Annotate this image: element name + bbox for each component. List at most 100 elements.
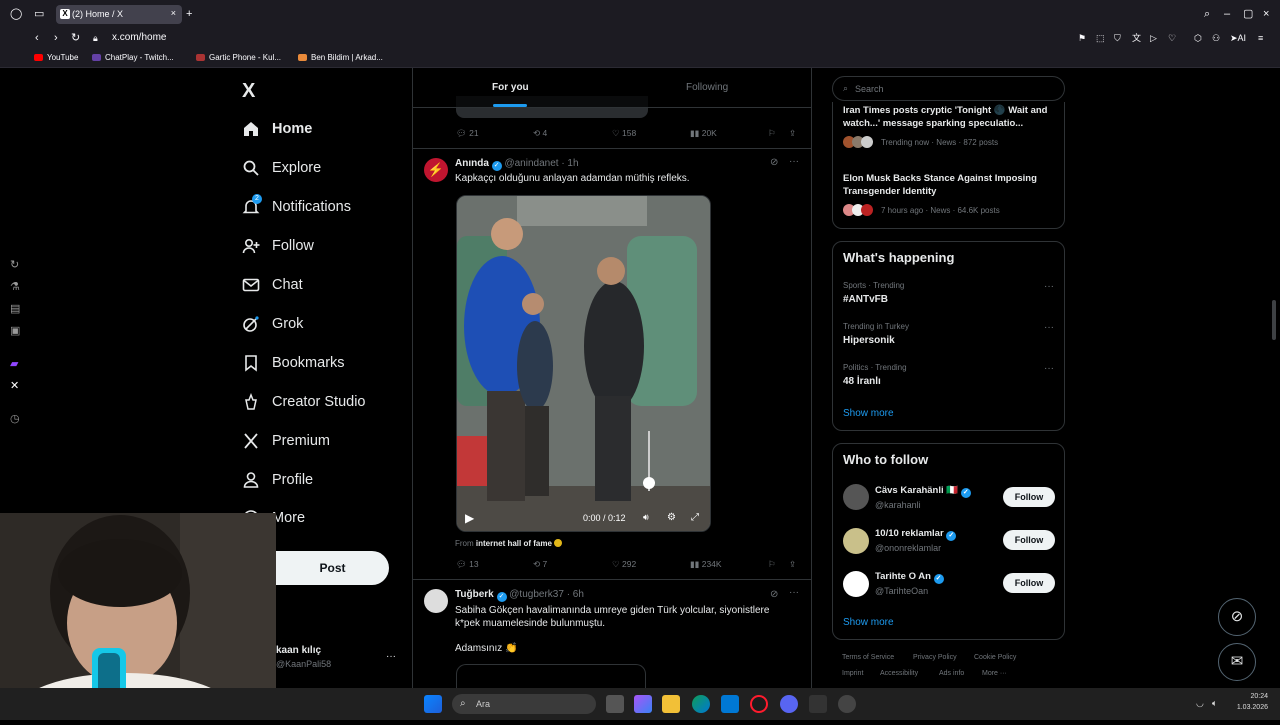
like-button[interactable]: ♡ 158 xyxy=(612,128,636,139)
avatar[interactable] xyxy=(843,528,869,554)
history-icon[interactable]: ↻ xyxy=(10,258,19,271)
footer-link[interactable]: Terms of Service xyxy=(842,654,894,661)
tweet-more-icon[interactable]: ··· xyxy=(789,156,799,167)
share-icon[interactable]: ⇪ xyxy=(789,559,796,570)
follow-button[interactable]: Follow xyxy=(1003,573,1055,593)
new-tab-icon[interactable]: + xyxy=(186,8,192,20)
snapshot-icon[interactable]: ⬚ xyxy=(1096,32,1105,44)
wtf-name[interactable]: Tarihte O An ✓ xyxy=(875,571,944,584)
steam-icon[interactable] xyxy=(838,695,856,713)
nav-notifications[interactable]: 2 Notifications xyxy=(242,190,351,224)
nav-home[interactable]: Home xyxy=(242,112,312,146)
from-source-link[interactable]: internet hall of fame xyxy=(476,539,552,548)
search-tabs-icon[interactable]: ⌕ xyxy=(1204,8,1210,20)
bookmark-tweet-icon[interactable]: ⚐ xyxy=(768,128,776,139)
nav-premium[interactable]: Premium xyxy=(242,424,330,458)
url-field[interactable]: x.com/home xyxy=(112,32,166,43)
grok-explain-icon[interactable]: ⊘ xyxy=(770,589,778,600)
tweet-time[interactable]: · 6h xyxy=(567,589,584,600)
nav-creator-studio[interactable]: Creator Studio xyxy=(242,385,366,419)
like-button[interactable]: ♡ 292 xyxy=(612,559,636,570)
messenger-icon[interactable]: ▣ xyxy=(10,324,20,337)
wtf-name[interactable]: Cävs Karahänli 🇮🇹 ✓ xyxy=(875,485,971,498)
show-more-link[interactable]: Show more xyxy=(843,408,894,419)
opera-taskbar-icon[interactable] xyxy=(750,695,768,713)
post-button[interactable]: Post xyxy=(276,551,389,585)
tweet-author-handle[interactable]: @anindanet xyxy=(504,158,558,169)
tweet-more-icon[interactable]: ··· xyxy=(789,587,799,598)
account-more-button[interactable]: ··· xyxy=(386,651,396,662)
wifi-icon[interactable]: ◡ xyxy=(1196,698,1204,709)
extensions-icon[interactable]: ⬡ xyxy=(1194,32,1202,44)
tab-for-you[interactable]: For you xyxy=(492,82,529,93)
footer-link[interactable]: Privacy Policy xyxy=(913,654,957,661)
tweet-video[interactable]: ▶ 0:00 / 0:12 🔊︎ ⚙ ⤢ xyxy=(456,195,711,532)
close-tab-icon[interactable]: × xyxy=(171,8,176,18)
shield-icon[interactable]: ⛉ xyxy=(1114,32,1121,44)
clock[interactable]: 20:24 1.03.2026 xyxy=(1232,691,1268,713)
follow-button[interactable]: Follow xyxy=(1003,487,1055,507)
menu-icon[interactable]: ≡ xyxy=(1258,32,1263,44)
views-button[interactable]: ▮▮ 20K xyxy=(690,128,717,139)
aria-icon[interactable]: ⚗ xyxy=(10,280,20,293)
trend-name[interactable]: Hipersonik xyxy=(843,335,895,346)
tweet-time[interactable]: · 1h xyxy=(561,158,578,169)
edge-icon[interactable] xyxy=(692,695,710,713)
grok-explain-icon[interactable]: ⊘ xyxy=(770,157,778,168)
nav-follow[interactable]: Follow xyxy=(242,229,314,263)
app-icon[interactable] xyxy=(809,695,827,713)
nav-profile[interactable]: Profile xyxy=(242,463,313,497)
tweet-author-handle[interactable]: @tugberk37 xyxy=(509,589,564,600)
nav-bookmarks[interactable]: Bookmarks xyxy=(242,346,345,380)
trend-more-icon[interactable]: ··· xyxy=(1044,363,1054,374)
messages-floating-button[interactable]: ✉ xyxy=(1218,643,1256,681)
repost-button[interactable]: ⟲ 7 xyxy=(533,559,547,570)
close-window-icon[interactable]: × xyxy=(1263,8,1269,20)
wtf-name[interactable]: 10/10 reklamlar ✓ xyxy=(875,528,957,541)
notes-icon[interactable]: ▤ xyxy=(10,302,20,315)
quoted-tweet[interactable] xyxy=(456,664,646,688)
x-sidebar-icon[interactable]: ✕ xyxy=(10,379,19,392)
footer-link[interactable]: Ads info xyxy=(939,670,964,677)
browser-tab-active[interactable]: X (2) Home / X × xyxy=(56,5,182,24)
settings-icon[interactable]: ⚙ xyxy=(667,512,676,523)
trend-more-icon[interactable]: ··· xyxy=(1044,281,1054,292)
avatar[interactable] xyxy=(843,571,869,597)
tweet-author-name[interactable]: Tuğberk xyxy=(455,589,494,600)
follow-button[interactable]: Follow xyxy=(1003,530,1055,550)
trend-name[interactable]: #ANTvFB xyxy=(843,294,888,305)
share-icon[interactable]: ⇪ xyxy=(789,128,796,139)
avatar[interactable] xyxy=(424,589,448,613)
bookmark-page-icon[interactable]: ⚑ xyxy=(1078,32,1086,44)
reply-button[interactable]: 💬︎ 21 xyxy=(456,128,479,139)
avatar[interactable] xyxy=(843,484,869,510)
forward-icon[interactable]: › xyxy=(54,32,58,44)
views-button[interactable]: ▮▮ 234K xyxy=(690,559,722,570)
reply-button[interactable]: 💬︎ 13 xyxy=(456,559,479,570)
nav-chat[interactable]: Chat xyxy=(242,268,303,302)
copilot-icon[interactable] xyxy=(634,695,652,713)
tweet-author-name[interactable]: Anında xyxy=(455,158,489,169)
footer-link[interactable]: More ··· xyxy=(982,670,1007,677)
repost-button[interactable]: ⟲ 4 xyxy=(533,128,547,139)
fullscreen-icon[interactable]: ⤢ xyxy=(691,512,699,523)
grok-floating-button[interactable]: ⊘ xyxy=(1218,598,1256,636)
account-name[interactable]: kaan kılıç xyxy=(276,645,321,656)
bookmark-gartic[interactable]: Gartic Phone - Kul... xyxy=(196,53,281,62)
footer-link[interactable]: Cookie Policy xyxy=(974,654,1016,661)
file-explorer-icon[interactable] xyxy=(662,695,680,713)
reload-icon[interactable]: ↻ xyxy=(71,32,80,44)
heart-icon[interactable]: ♡ xyxy=(1168,32,1176,44)
maximize-icon[interactable]: ▢ xyxy=(1243,8,1253,20)
page-scrollbar[interactable] xyxy=(1272,300,1276,340)
x-logo-icon[interactable]: X xyxy=(242,80,255,103)
tab-following[interactable]: Following xyxy=(686,82,728,93)
bookmark-benbildim[interactable]: Ben Bildim | Arkad... xyxy=(298,53,383,62)
bookmark-tweet-icon[interactable]: ⚐ xyxy=(768,559,776,570)
news-title[interactable]: Elon Musk Backs Stance Against Imposing … xyxy=(843,172,1058,198)
avatar[interactable]: ⚡ xyxy=(424,158,448,182)
clock-icon[interactable]: ◷ xyxy=(10,412,20,425)
opera-logo-icon[interactable]: ◯ xyxy=(10,8,22,20)
twitch-icon[interactable]: ▰ xyxy=(10,357,18,370)
back-icon[interactable]: ‹ xyxy=(35,32,39,44)
